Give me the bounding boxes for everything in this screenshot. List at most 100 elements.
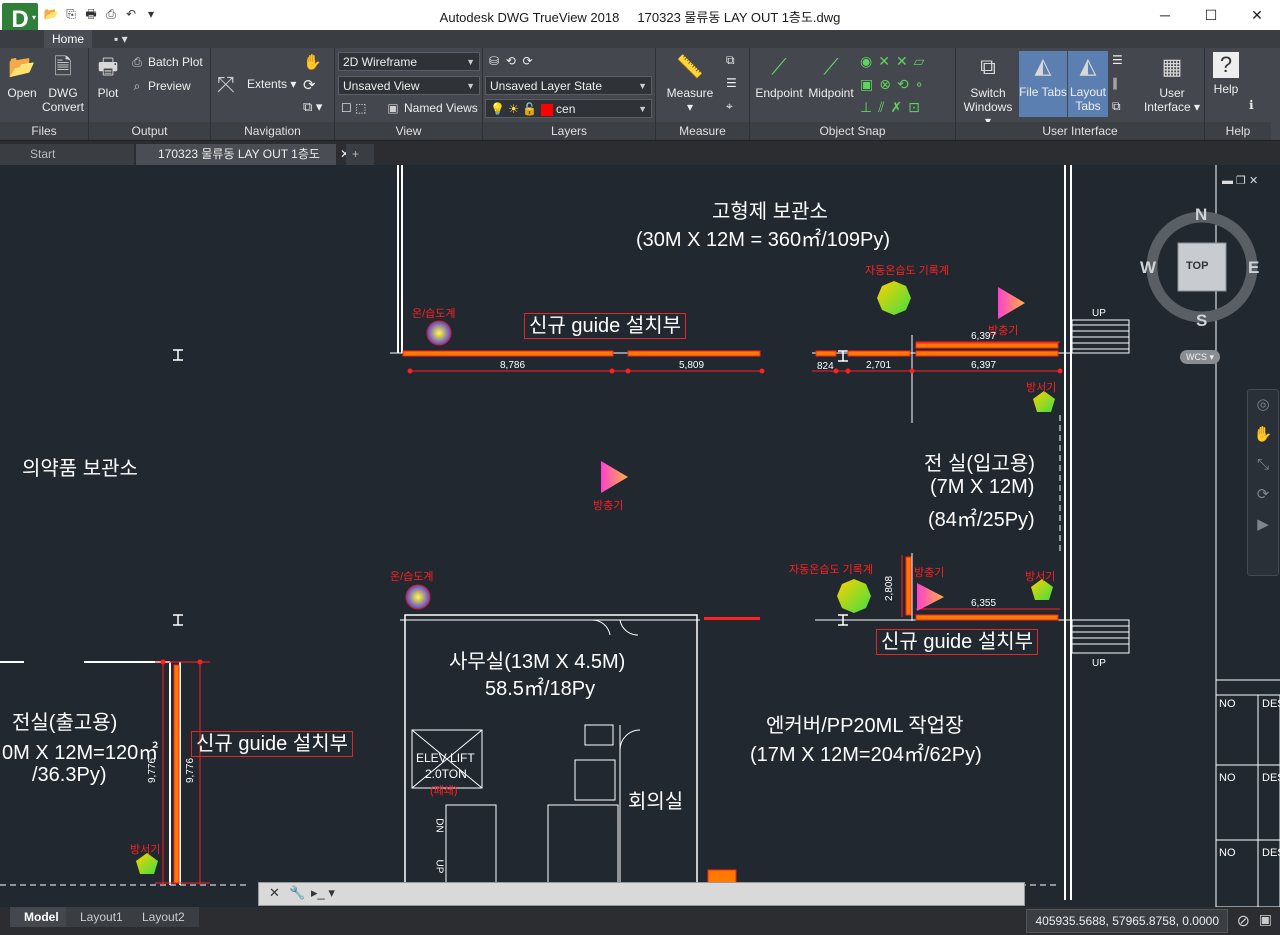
panel-measure: 📏 Measure ▾ ⧉ ☰ ⌖ Measure <box>656 48 750 140</box>
preview-icon: ⌕ <box>133 79 141 93</box>
dwg-convert-icon[interactable]: ⎘ <box>62 6 80 22</box>
maximize-button[interactable]: ☐ <box>1188 0 1234 30</box>
snap-row-3-icons[interactable]: ⊥⫽✗⊡ <box>860 99 926 116</box>
ruler-icon: 📏 <box>676 54 704 79</box>
dim-1: 8,786 <box>500 360 526 371</box>
named-views-button[interactable]: ▣ Named Views <box>385 101 477 115</box>
help-button[interactable]: ? Help <box>1209 52 1243 96</box>
room-work-size: (17M X 12M=204㎡/62Py) <box>750 744 982 766</box>
room-front-out: 전실(출고용) <box>12 712 118 734</box>
cascade-icon[interactable]: ⧉ <box>1112 99 1121 114</box>
tab-home[interactable]: Home <box>44 30 93 48</box>
dim-10: 9,776 <box>185 757 197 784</box>
panel-help: ? Help ℹ Help <box>1205 48 1271 140</box>
guide-label-right: 신규 guide 설치부 <box>876 629 1039 655</box>
layer-tools-icons[interactable]: ⛁ ⟲ ⟳ <box>489 54 533 68</box>
steering-wheel-icon[interactable]: ◎ <box>1248 390 1278 420</box>
tile-vertical-icon[interactable]: ∥ <box>1112 76 1118 90</box>
id-point-icon[interactable]: ⧉ <box>726 53 735 68</box>
label-insect-3: 방충기 <box>914 567 945 579</box>
locate-icon[interactable]: ⌖ <box>726 99 733 114</box>
viewcube-top-face[interactable]: TOP <box>1186 260 1208 272</box>
user-interface-button[interactable]: ▦ User Interface ▾ <box>1142 52 1202 114</box>
layout-tabs-icon: ◭ <box>1079 53 1097 78</box>
workspace-icon[interactable]: ▣ <box>1259 911 1272 928</box>
command-close-icon[interactable]: ✕ <box>269 885 280 901</box>
panel-title-user-interface: User Interface <box>956 122 1204 140</box>
tab-start[interactable]: Start <box>0 144 134 165</box>
list-icon[interactable]: ☰ <box>726 76 737 90</box>
dim-4: 2,701 <box>866 360 892 371</box>
view-cube-toggle-icon[interactable]: ☐ ⬚ <box>341 101 366 115</box>
pan-icon[interactable]: ✋ <box>1248 420 1278 450</box>
title-block-no-3: NO <box>1219 847 1236 859</box>
undo-icon[interactable]: ↶ <box>122 6 140 22</box>
snap-row-1-icons[interactable]: ◉✕✕▱ <box>860 53 930 70</box>
open-button[interactable]: 📂 Open <box>4 52 40 100</box>
compass-west[interactable]: W <box>1140 258 1156 278</box>
tab-extra[interactable]: ▪ ▾ <box>106 30 136 48</box>
viewport-icon[interactable]: ⧉ ▾ <box>303 99 322 115</box>
command-settings-icon[interactable]: 🔧 <box>289 885 305 901</box>
tab-model[interactable]: Model <box>10 907 73 927</box>
layer-dropdown[interactable]: 💡 ☀ 🔓 cen ▼ <box>485 99 652 118</box>
batch-plot-icon[interactable]: ⎙ <box>102 6 120 22</box>
batch-plot-button[interactable]: ⎙ Batch Plot <box>129 55 203 70</box>
command-line[interactable]: ✕ 🔧 ▸_ ▾ <box>258 882 1025 906</box>
preview-button[interactable]: ⌕ Preview <box>129 79 191 94</box>
title-block-no-1: NO <box>1219 698 1236 710</box>
info-icon[interactable]: ℹ <box>1249 98 1254 112</box>
document-tabs: Start 170323 물류동 LAY OUT 1층도 ✕ + <box>0 141 1280 165</box>
dim-5: 6,397 <box>971 331 997 342</box>
dim-8: 2,808 <box>884 575 896 602</box>
navigation-bar: ◎ ✋ ⤡ ⟳ ▶ <box>1247 389 1279 576</box>
command-prompt-icon[interactable]: ▸_ ▾ <box>311 885 335 901</box>
drawing-canvas[interactable]: 고형제 보관소 (30M X 12M = 360㎡/109Py) 의약품 보관소… <box>0 165 1280 907</box>
orbit-icon[interactable]: ⟳ <box>303 76 316 94</box>
compass-north[interactable]: N <box>1195 205 1207 225</box>
panel-title-files: Files <box>0 122 88 140</box>
compass-east[interactable]: E <box>1248 258 1259 278</box>
extents-button[interactable]: Extents ▾ <box>247 77 296 91</box>
extents-icon[interactable]: ⤧ <box>217 72 235 98</box>
title-bar: D ▾ 📂 ⎘ 🖶 ⎙ ↶ ▾ Autodesk DWG TrueView 201… <box>0 0 1280 37</box>
room-work: 엔커버/PP20ML 작업장 <box>766 715 964 737</box>
clean-screen-icon[interactable]: ⊘ <box>1237 911 1250 931</box>
file-tabs-button[interactable]: ◭ File Tabs <box>1019 51 1067 117</box>
tab-layout2[interactable]: Layout2 <box>128 907 199 927</box>
new-tab-button[interactable]: + <box>346 144 374 165</box>
layout-tabs-button[interactable]: ◭ Layout Tabs <box>1068 51 1108 117</box>
dwg-convert-button[interactable]: 🗎 DWG Convert <box>40 52 86 114</box>
tile-horizontal-icon[interactable]: ☰ <box>1112 53 1123 67</box>
wcs-menu[interactable]: WCS ▾ <box>1180 350 1220 364</box>
snap-row-2-icons[interactable]: ▣⊗⟲∘ <box>860 76 929 93</box>
tab-layout1[interactable]: Layout1 <box>66 907 137 927</box>
close-button[interactable]: ✕ <box>1234 0 1280 30</box>
layer-state-dropdown[interactable]: Unsaved Layer State ▼ <box>485 76 652 95</box>
saved-view-dropdown[interactable]: Unsaved View ▼ <box>338 76 480 95</box>
panel-title-navigation: Navigation <box>211 122 334 140</box>
plot-icon[interactable]: 🖶 <box>82 6 100 22</box>
tab-drawing[interactable]: 170323 물류동 LAY OUT 1층도 ✕ <box>136 144 350 165</box>
orbit-nav-icon[interactable]: ⟳ <box>1248 480 1278 510</box>
endpoint-button[interactable]: ⟋ Endpoint <box>754 52 804 100</box>
compass-south[interactable]: S <box>1196 311 1207 331</box>
visual-style-dropdown[interactable]: 2D Wireframe ▼ <box>338 52 480 71</box>
viewport-controls[interactable]: ▬ ❐ ✕ <box>1222 174 1258 187</box>
minimize-button[interactable]: ─ <box>1142 0 1188 30</box>
layer-name: cen <box>556 102 576 116</box>
zoom-extents-icon[interactable]: ⤡ <box>1248 450 1278 480</box>
plot-button[interactable]: 🖶 Plot <box>91 52 125 100</box>
stair-up-3: UP <box>433 859 445 874</box>
midpoint-button[interactable]: ⟋ Midpoint <box>806 52 856 100</box>
pan-hand-icon[interactable]: ✋ <box>303 53 322 71</box>
panel-output: 🖶 Plot ⎙ Batch Plot ⌕ Preview Output <box>89 48 211 140</box>
measure-button[interactable]: 📏 Measure ▾ <box>662 52 718 114</box>
room-office: 사무실(13M X 4.5M) <box>449 651 626 673</box>
dim-6: 6,397 <box>971 360 997 371</box>
qat-dropdown-icon[interactable]: ▾ <box>142 6 160 22</box>
switch-windows-button[interactable]: ⧉ Switch Windows ▾ <box>960 52 1016 128</box>
showmotion-icon[interactable]: ▶ <box>1248 510 1278 540</box>
panel-object-snap: ⟋ Endpoint ⟋ Midpoint ◉✕✕▱ ▣⊗⟲∘ ⊥⫽✗⊡ Objec… <box>750 48 956 140</box>
open-folder-icon[interactable]: 📂 <box>42 6 60 22</box>
